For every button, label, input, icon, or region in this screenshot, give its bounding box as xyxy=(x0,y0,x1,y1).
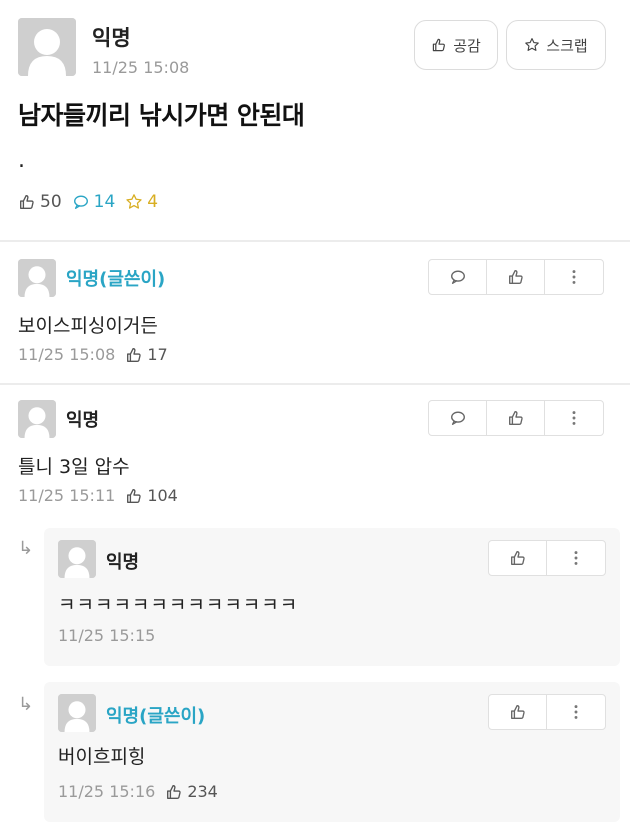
reply-time: 11/25 15:15 xyxy=(58,626,156,645)
comment-item: 익명 틀니 3일 압수 11/25 15:11 104 xyxy=(0,386,640,526)
star-icon xyxy=(524,37,540,53)
more-button[interactable] xyxy=(547,541,605,575)
reply-text: 버이흐피힝 xyxy=(58,746,146,768)
like-button-label: 공감 xyxy=(453,36,481,55)
divider xyxy=(0,240,630,242)
comment-like-button[interactable] xyxy=(487,401,545,435)
reply-like-count: 234 xyxy=(165,782,218,801)
divider xyxy=(0,383,630,385)
reply-author: 익명(글쓴이) xyxy=(106,706,206,727)
comment-avatar[interactable] xyxy=(18,400,56,438)
thumbs-up-icon xyxy=(509,549,527,567)
thumbs-up-icon xyxy=(507,268,525,286)
thumbs-up-icon xyxy=(165,783,183,801)
speech-bubble-icon xyxy=(449,268,467,286)
reply-like-button[interactable] xyxy=(489,695,547,729)
avatar-silhouette-icon xyxy=(18,400,56,438)
post-title: 남자들끼리 낚시가면 안된대 xyxy=(18,101,305,130)
post-time: 11/25 15:08 xyxy=(92,58,190,77)
comment-like-count: 17 xyxy=(125,345,168,364)
thumbs-up-icon xyxy=(431,37,447,53)
reply-arrow-icon: ↳ xyxy=(18,694,34,715)
reply-meta: 11/25 15:16 234 xyxy=(58,782,218,801)
comment-count-value: 14 xyxy=(93,192,116,212)
comment-like-value: 104 xyxy=(147,486,178,505)
comment-like-value: 17 xyxy=(147,345,168,364)
comment-meta: 11/25 15:11 104 xyxy=(18,486,178,505)
comment-like-count: 104 xyxy=(125,486,178,505)
scrap-count: 4 xyxy=(125,192,158,212)
more-button[interactable] xyxy=(545,401,603,435)
reply-text: ㅋㅋㅋㅋㅋㅋㅋㅋㅋㅋㅋㅋㅋ xyxy=(58,594,299,616)
reply-author: 익명 xyxy=(106,552,140,573)
reply-time: 11/25 15:16 xyxy=(58,782,156,801)
like-count-value: 50 xyxy=(40,192,62,212)
scrap-button-label: 스크랩 xyxy=(546,36,588,55)
reply-meta: 11/25 15:15 xyxy=(58,626,155,645)
avatar-silhouette-icon xyxy=(18,259,56,297)
thumbs-up-icon xyxy=(125,487,143,505)
comment-time: 11/25 15:11 xyxy=(18,486,116,505)
speech-bubble-icon xyxy=(449,409,467,427)
post-stats: 50 14 4 xyxy=(18,192,158,212)
like-button[interactable]: 공감 xyxy=(414,20,498,70)
reply-like-button[interactable] xyxy=(489,541,547,575)
avatar-silhouette-icon xyxy=(58,694,96,732)
post-author: 익명 xyxy=(92,26,131,50)
thumbs-up-icon xyxy=(125,346,143,364)
post-body: . xyxy=(18,148,25,173)
more-button[interactable] xyxy=(545,260,603,294)
reply-avatar[interactable] xyxy=(58,540,96,578)
comment-text: 틀니 3일 압수 xyxy=(18,456,130,478)
reply-item: 익명 ㅋㅋㅋㅋㅋㅋㅋㅋㅋㅋㅋㅋㅋ 11/25 15:15 xyxy=(44,528,620,666)
comment-avatar[interactable] xyxy=(18,259,56,297)
reply-like-value: 234 xyxy=(187,782,218,801)
reply-actions xyxy=(488,694,606,730)
post-avatar[interactable] xyxy=(18,18,76,76)
reply-item: 익명(글쓴이) 버이흐피힝 11/25 15:16 234 xyxy=(44,682,620,822)
post-header: 익명 11/25 15:08 공감 스크랩 남자들끼리 낚시가면 안된대 . 5… xyxy=(0,0,640,240)
more-vertical-icon xyxy=(567,549,585,567)
comment-meta: 11/25 15:08 17 xyxy=(18,345,168,364)
reply-actions xyxy=(488,540,606,576)
comment-author: 익명 xyxy=(66,410,100,431)
avatar-silhouette-icon xyxy=(18,18,76,76)
more-vertical-icon xyxy=(565,268,583,286)
comment-author: 익명(글쓴이) xyxy=(66,269,166,290)
comment-time: 11/25 15:08 xyxy=(18,345,116,364)
avatar-silhouette-icon xyxy=(58,540,96,578)
speech-bubble-icon xyxy=(72,193,90,211)
more-vertical-icon xyxy=(567,703,585,721)
reply-avatar[interactable] xyxy=(58,694,96,732)
thumbs-up-icon xyxy=(509,703,527,721)
comment-actions xyxy=(428,259,604,295)
scrap-count-value: 4 xyxy=(147,192,159,212)
comment-text: 보이스피싱이거든 xyxy=(18,315,158,337)
scrap-button[interactable]: 스크랩 xyxy=(506,20,606,70)
comment-count: 14 xyxy=(72,192,116,212)
reply-button[interactable] xyxy=(429,260,487,294)
comment-item: 익명(글쓴이) 보이스피싱이거든 11/25 15:08 17 xyxy=(0,243,640,383)
reply-button[interactable] xyxy=(429,401,487,435)
like-count: 50 xyxy=(18,192,62,212)
star-icon xyxy=(125,193,143,211)
more-button[interactable] xyxy=(547,695,605,729)
comment-like-button[interactable] xyxy=(487,260,545,294)
thumbs-up-icon xyxy=(18,193,36,211)
reply-arrow-icon: ↳ xyxy=(18,538,34,559)
more-vertical-icon xyxy=(565,409,583,427)
comment-actions xyxy=(428,400,604,436)
thumbs-up-icon xyxy=(507,409,525,427)
